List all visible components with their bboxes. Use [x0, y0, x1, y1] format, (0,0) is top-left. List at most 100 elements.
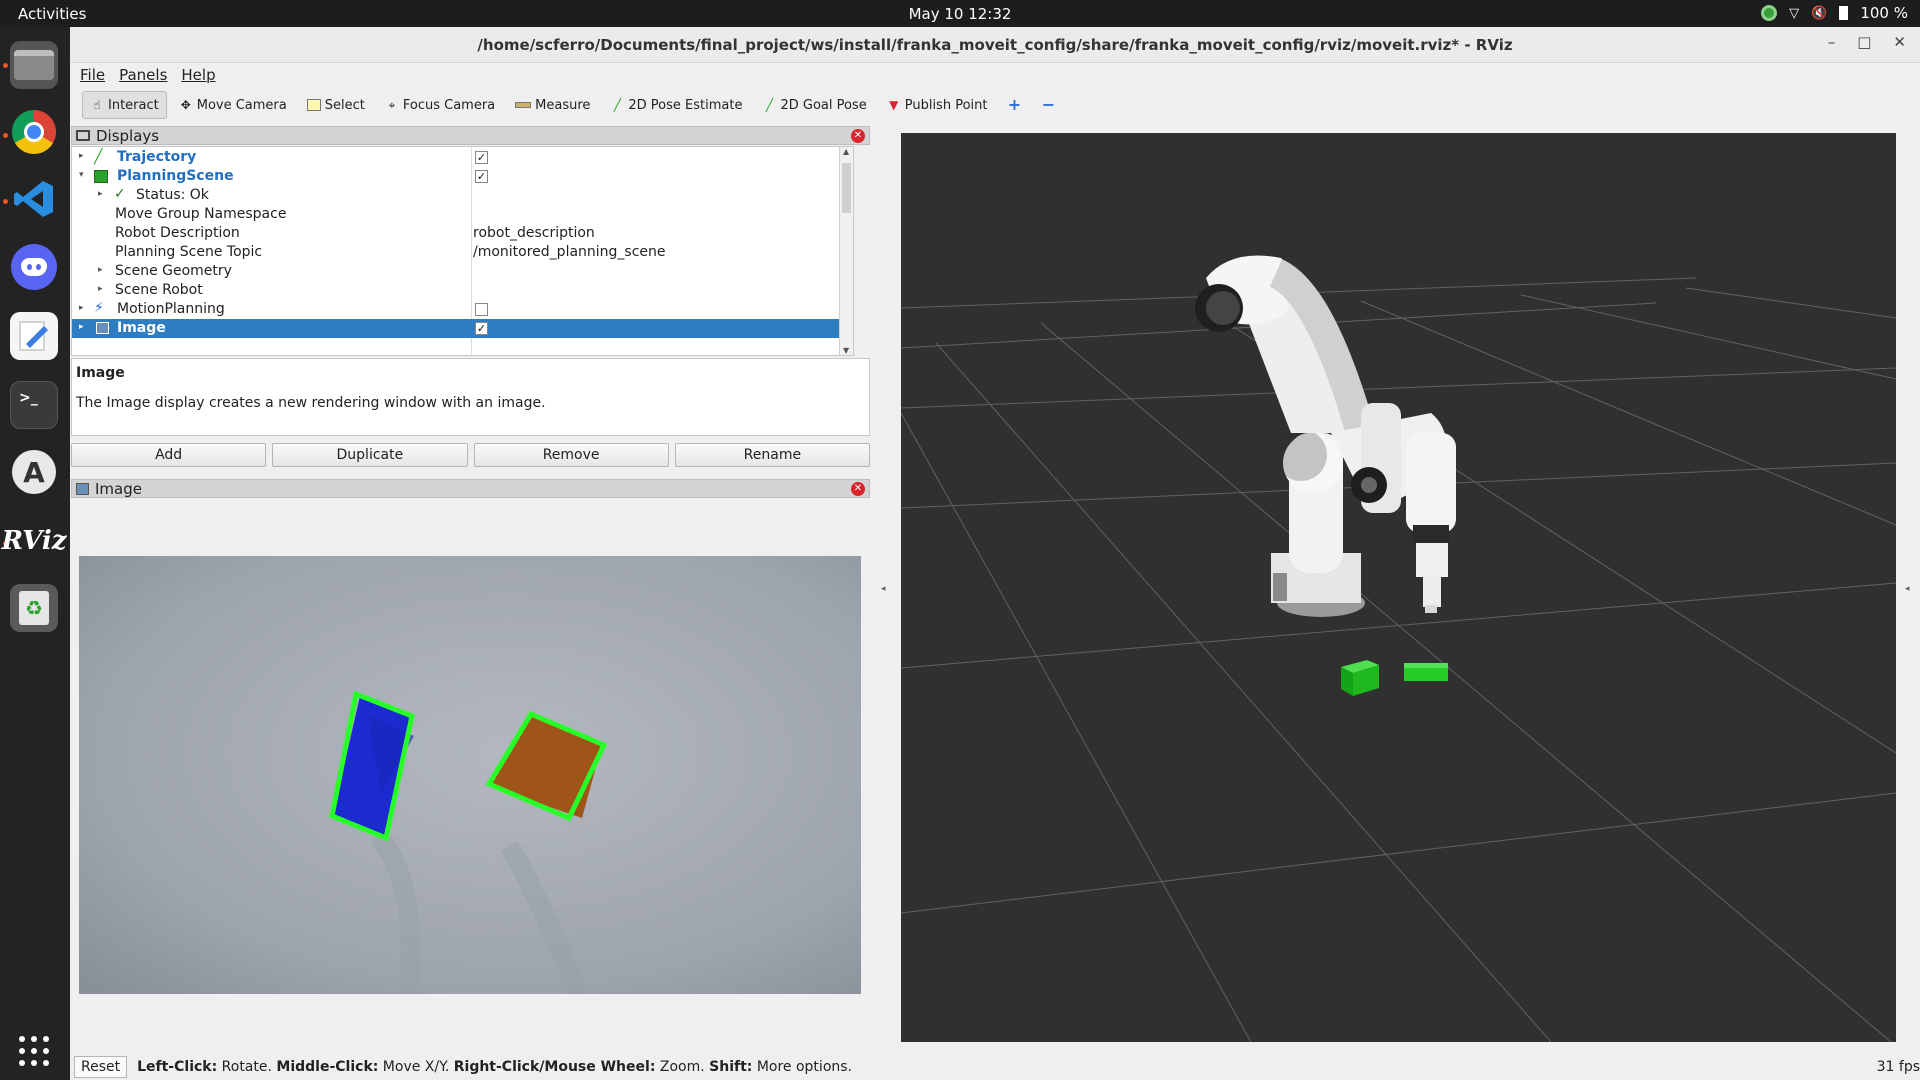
- planning-scene-icon: [94, 170, 108, 183]
- tree-row-planning-scene[interactable]: ▾ PlanningScene ✓: [72, 167, 853, 186]
- window-title-bar[interactable]: /home/scferro/Documents/final_project/ws…: [70, 27, 1920, 63]
- tree-row-status[interactable]: ▸ ✓ Status: Ok: [72, 186, 853, 205]
- robot-description-value[interactable]: robot_description: [473, 225, 595, 241]
- publish-point-tool-button[interactable]: ▼ Publish Point: [879, 91, 996, 119]
- add-tool-button[interactable]: +: [999, 91, 1029, 119]
- focus-camera-tool-button[interactable]: ⌖ Focus Camera: [377, 91, 503, 119]
- scene-robot-label: Scene Robot: [115, 282, 203, 298]
- planning-scene-topic-value[interactable]: /monitored_planning_scene: [473, 244, 666, 260]
- vscode-icon[interactable]: [10, 175, 58, 223]
- image-panel-header[interactable]: Image ✕: [71, 479, 870, 498]
- pose-estimate-tool-button[interactable]: ╱ 2D Pose Estimate: [602, 91, 750, 119]
- expand-arrow-icon[interactable]: ▸: [79, 303, 89, 313]
- system-tray[interactable]: ▽ 🔇 100 %: [1761, 4, 1908, 22]
- tree-row-scene-geometry[interactable]: ▸ Scene Geometry: [72, 262, 853, 281]
- goal-pose-tool-button[interactable]: ╱ 2D Goal Pose: [754, 91, 874, 119]
- expand-arrow-icon[interactable]: ▸: [79, 322, 89, 332]
- tree-row-move-group-namespace[interactable]: Move Group Namespace: [72, 205, 853, 224]
- terminal-icon[interactable]: >_: [10, 381, 58, 429]
- hint-shift: Shift:: [709, 1058, 753, 1075]
- plus-icon: +: [1007, 95, 1022, 114]
- discord-icon[interactable]: [10, 243, 58, 291]
- scroll-down-icon[interactable]: ▼: [843, 346, 849, 355]
- tree-row-robot-description[interactable]: Robot Description robot_description: [72, 224, 853, 243]
- description-text: The Image display creates a new renderin…: [76, 395, 546, 411]
- running-indicator: [3, 199, 8, 204]
- scroll-up-icon[interactable]: ▲: [843, 147, 849, 156]
- close-icon[interactable]: ✕: [1893, 33, 1906, 51]
- planning-scene-topic-label: Planning Scene Topic: [115, 244, 263, 260]
- image-display-icon: [76, 482, 89, 495]
- duplicate-button[interactable]: Duplicate: [272, 443, 468, 467]
- rename-button[interactable]: Rename: [674, 443, 870, 467]
- green-arrow-icon: ╱: [765, 98, 774, 112]
- motion-planning-checkbox[interactable]: [475, 303, 488, 316]
- monitor-icon: [76, 130, 90, 141]
- trajectory-label: Trajectory: [117, 149, 197, 165]
- collapse-arrow-icon[interactable]: ▾: [79, 170, 89, 180]
- clock[interactable]: May 10 12:32: [0, 5, 1920, 23]
- menu-file[interactable]: File: [80, 66, 105, 84]
- volume-muted-icon: 🔇: [1811, 5, 1828, 21]
- move-group-namespace-label: Move Group Namespace: [115, 206, 287, 222]
- camera-image: [79, 556, 861, 998]
- menu-panels[interactable]: Panels: [119, 66, 167, 84]
- splitter-handle-icon[interactable]: ◂: [881, 584, 889, 594]
- tree-row-image[interactable]: ▸ Image ✓: [72, 319, 853, 338]
- minimize-icon[interactable]: –: [1828, 33, 1836, 51]
- expand-arrow-icon[interactable]: ▸: [98, 284, 108, 294]
- remove-button[interactable]: Remove: [473, 443, 669, 467]
- displays-tree[interactable]: ▸ ╱ Trajectory ✓ ▾ PlanningScene ✓ ▸ ✓ S…: [71, 146, 854, 356]
- recording-icon[interactable]: [1761, 5, 1778, 21]
- status-bar: Reset Left-Click: Rotate. Middle-Click: …: [70, 1053, 1920, 1080]
- trajectory-icon: ╱: [94, 149, 103, 165]
- checkmark-icon: ✓: [114, 186, 126, 202]
- hint-right-click: Right-Click/Mouse Wheel:: [453, 1058, 656, 1075]
- running-indicator: [3, 133, 8, 138]
- software-icon[interactable]: A: [10, 448, 58, 496]
- image-checkbox[interactable]: ✓: [475, 322, 488, 335]
- expand-arrow-icon[interactable]: ▸: [98, 189, 108, 199]
- menu-help[interactable]: Help: [181, 66, 215, 84]
- move-camera-tool-button[interactable]: ✥ Move Camera: [171, 91, 295, 119]
- chrome-icon[interactable]: [10, 108, 58, 156]
- publish-point-label: Publish Point: [904, 97, 988, 113]
- goal-pose-label: 2D Goal Pose: [780, 97, 867, 113]
- move-camera-label: Move Camera: [196, 97, 287, 113]
- remove-tool-button[interactable]: −: [1033, 91, 1063, 119]
- expand-arrow-icon[interactable]: ▸: [98, 265, 108, 275]
- hint-left-click-desc: Rotate.: [217, 1058, 277, 1075]
- add-button[interactable]: Add: [71, 443, 267, 467]
- app-grid-icon[interactable]: [10, 1027, 58, 1075]
- expand-arrow-icon[interactable]: ▸: [79, 151, 89, 161]
- planning-scene-checkbox[interactable]: ✓: [475, 170, 488, 183]
- select-tool-button[interactable]: Select: [299, 91, 373, 119]
- maximize-icon[interactable]: □: [1857, 33, 1871, 51]
- rviz-icon[interactable]: RViz: [1, 517, 66, 565]
- interact-tool-button[interactable]: ☝ Interact: [82, 91, 167, 119]
- 3d-render-view[interactable]: [900, 133, 1897, 1043]
- text-editor-icon[interactable]: [10, 312, 58, 360]
- close-panel-icon[interactable]: ✕: [851, 129, 865, 143]
- files-icon[interactable]: [10, 41, 58, 89]
- tree-row-planning-scene-topic[interactable]: Planning Scene Topic /monitored_planning…: [72, 243, 853, 262]
- hint-right-click-desc: Zoom.: [655, 1058, 710, 1075]
- trajectory-checkbox[interactable]: ✓: [475, 151, 488, 164]
- wifi-icon: ▽: [1789, 5, 1800, 21]
- robot-arm: [1195, 255, 1456, 617]
- fps-counter: 31 fps: [1876, 1059, 1920, 1075]
- close-panel-icon[interactable]: ✕: [851, 482, 865, 496]
- dock: >_ A RViz ♻: [0, 27, 70, 1080]
- tree-row-scene-robot[interactable]: ▸ Scene Robot: [72, 281, 853, 300]
- reset-button[interactable]: Reset: [74, 1055, 128, 1078]
- splitter-handle-icon[interactable]: ◂: [1905, 584, 1913, 594]
- tree-scrollbar[interactable]: ▲ ▼: [839, 147, 853, 355]
- focus-camera-label: Focus Camera: [402, 97, 496, 113]
- scrollbar-thumb[interactable]: [842, 163, 851, 213]
- displays-panel-header[interactable]: Displays ✕: [71, 126, 870, 145]
- trash-icon[interactable]: ♻: [10, 584, 58, 632]
- tree-row-motion-planning[interactable]: ▸ ⚡ MotionPlanning: [72, 300, 853, 319]
- pose-estimate-label: 2D Pose Estimate: [628, 97, 743, 113]
- tree-row-trajectory[interactable]: ▸ ╱ Trajectory ✓: [72, 148, 853, 167]
- measure-tool-button[interactable]: Measure: [507, 91, 598, 119]
